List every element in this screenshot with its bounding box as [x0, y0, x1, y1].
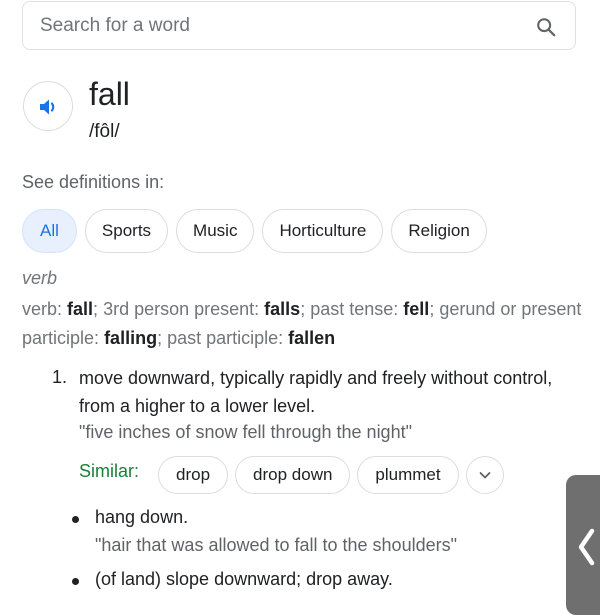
- similar-chip-row: drop drop down plummet: [158, 456, 504, 494]
- similar-chip-drop-down[interactable]: drop down: [235, 456, 351, 494]
- chevron-down-icon: [479, 472, 491, 479]
- definition-number: 1.: [52, 367, 68, 387]
- sub-sense-bullet: [72, 516, 79, 523]
- past-tense-form: fell: [403, 299, 430, 319]
- headword: fall: [89, 76, 130, 112]
- sub-sense-text: hang down.: [95, 507, 189, 527]
- past-participle-form: fallen: [288, 328, 336, 348]
- similar-label: Similar:: [79, 461, 140, 481]
- side-panel-tab[interactable]: [566, 475, 600, 615]
- chip-music[interactable]: Music: [176, 209, 255, 253]
- domain-chip-row: All Sports Music Horticulture Religion: [22, 209, 487, 253]
- sub-sense-bullet: [72, 578, 79, 585]
- similar-chip-plummet[interactable]: plummet: [357, 456, 459, 494]
- pronunciation-audio-button[interactable]: [23, 81, 73, 131]
- third-person-label: 3rd person present: [103, 299, 255, 319]
- definition-example: "five inches of snow fell through the ni…: [79, 422, 412, 442]
- search-icon[interactable]: [535, 16, 557, 38]
- chip-sports[interactable]: Sports: [84, 209, 169, 253]
- definition-text: move downward, typically rapidly and fre…: [79, 368, 553, 416]
- sub-sense-example: "hair that was allowed to fall to the sh…: [95, 535, 457, 555]
- chip-religion[interactable]: Religion: [391, 209, 487, 253]
- third-person-form: falls: [264, 299, 301, 319]
- part-of-speech: verb: [22, 268, 58, 288]
- word-forms: verb: fall; 3rd person present: falls; p…: [22, 299, 582, 348]
- gerund-form: falling: [104, 328, 158, 348]
- chevron-left-icon: [578, 528, 595, 566]
- similar-chip-drop[interactable]: drop: [158, 456, 229, 494]
- see-definitions-label: See definitions in:: [22, 172, 165, 192]
- speaker-icon: [40, 99, 55, 115]
- chip-all[interactable]: All: [22, 209, 77, 253]
- search-bar: [22, 1, 576, 50]
- expand-similar-button[interactable]: [465, 456, 504, 494]
- chip-horticulture[interactable]: Horticulture: [262, 209, 384, 253]
- verb-form: fall: [67, 299, 94, 319]
- past-tense-label: past tense: [310, 299, 394, 319]
- sub-sense-text: (of land) slope downward; drop away.: [95, 569, 393, 589]
- search-input[interactable]: [23, 2, 523, 49]
- pronunciation: /fôl/: [89, 121, 120, 142]
- past-participle-label: past participle: [167, 328, 279, 348]
- verb-label: verb: [22, 299, 58, 319]
